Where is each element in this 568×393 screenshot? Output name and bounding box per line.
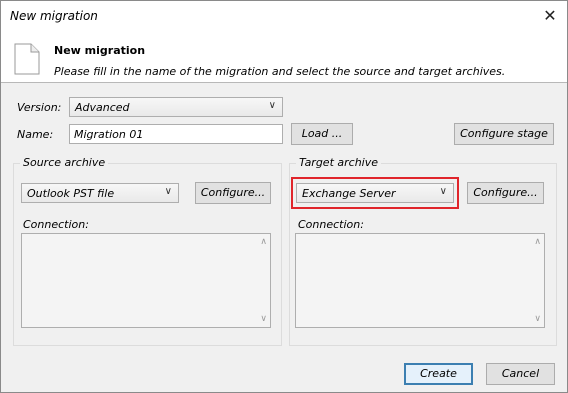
scroll-down-icon[interactable]: ∨: [534, 314, 541, 324]
document-icon: [14, 43, 40, 78]
title-bar: New migration ✕: [1, 1, 567, 32]
create-button[interactable]: Create: [404, 363, 473, 385]
name-label: Name:: [17, 128, 54, 141]
chevron-down-icon: ∨: [164, 186, 172, 197]
chevron-down-icon: ∨: [439, 186, 447, 197]
target-connection-box[interactable]: ∧ ∨: [295, 233, 545, 328]
target-archive-select[interactable]: Exchange Server ∨: [296, 183, 454, 203]
source-archive-title: Source archive: [20, 156, 109, 169]
chevron-down-icon: ∨: [268, 100, 276, 111]
source-connection-box[interactable]: ∧ ∨: [21, 233, 271, 328]
window-title: New migration: [10, 9, 98, 23]
header-title: New migration: [54, 44, 146, 57]
target-connection-label: Connection:: [298, 218, 364, 231]
source-connection-label: Connection:: [23, 218, 89, 231]
configure-stage-button[interactable]: Configure stage: [454, 123, 554, 145]
version-value: Advanced: [75, 101, 130, 114]
source-archive-value: Outlook PST file: [27, 187, 115, 200]
dialog-body: Version: Advanced ∨ Name: Migration 01 L…: [1, 83, 567, 392]
source-archive-select[interactable]: Outlook PST file ∨: [21, 183, 179, 203]
scroll-up-icon[interactable]: ∧: [534, 237, 541, 247]
header-subtitle: Please fill in the name of the migration…: [54, 65, 506, 78]
load-button[interactable]: Load ...: [291, 123, 353, 145]
source-configure-button[interactable]: Configure...: [195, 182, 271, 204]
name-value: Migration 01: [74, 128, 144, 141]
close-icon[interactable]: ✕: [537, 4, 563, 28]
target-archive-value: Exchange Server: [302, 187, 396, 200]
dialog-window: New migration ✕ New migration Please fil…: [0, 0, 568, 393]
scroll-down-icon[interactable]: ∨: [260, 314, 267, 324]
version-label: Version:: [17, 101, 62, 114]
dialog-header: New migration Please fill in the name of…: [1, 32, 567, 82]
target-configure-button[interactable]: Configure...: [467, 182, 544, 204]
version-select[interactable]: Advanced ∨: [69, 97, 283, 117]
name-field[interactable]: Migration 01: [69, 124, 283, 144]
scroll-up-icon[interactable]: ∧: [260, 237, 267, 247]
target-archive-title: Target archive: [296, 156, 382, 169]
cancel-button[interactable]: Cancel: [486, 363, 555, 385]
